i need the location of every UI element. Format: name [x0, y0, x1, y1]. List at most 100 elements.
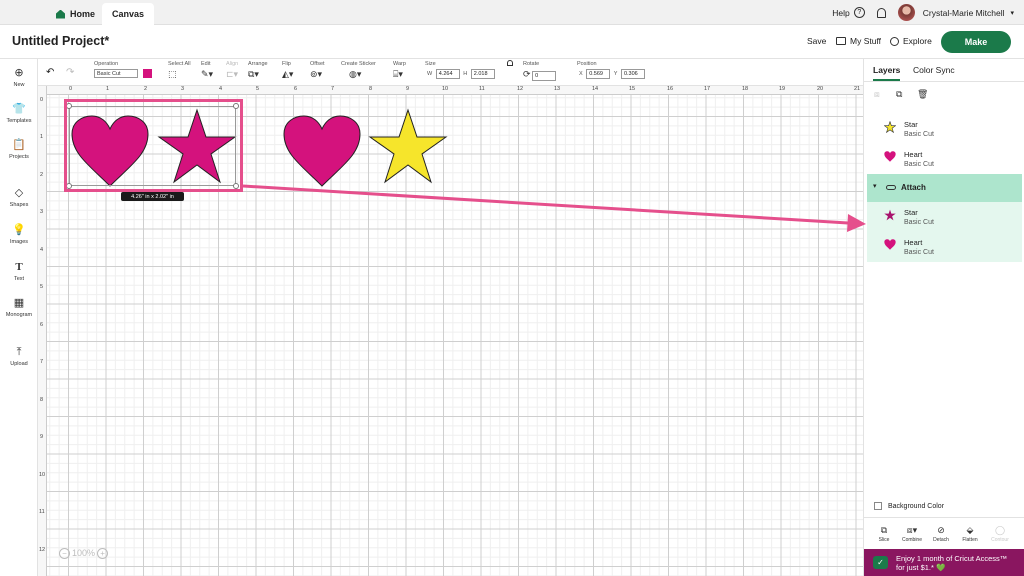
y-field[interactable]: 0.306	[620, 69, 645, 79]
sidebar-item-new[interactable]: ⊕ New	[0, 67, 38, 88]
undo-icon[interactable]: ↶	[46, 67, 54, 78]
ruler-tick-label: 0	[69, 86, 73, 92]
left-sidebar: ⊕ New 👕 Templates 📋 Projects ◇ Shapes 💡 …	[0, 59, 38, 576]
arrange-icon: ⧉▾	[248, 69, 259, 79]
create-sticker-label: Create Sticker	[341, 61, 376, 67]
zoom-out-button[interactable]: −	[59, 547, 70, 559]
avatar[interactable]	[897, 4, 915, 21]
rotate-group: Rotate ⟳ 0	[523, 61, 557, 81]
x-field[interactable]: 0.569	[586, 69, 611, 79]
edit-group[interactable]: Edit ✎▾	[201, 61, 213, 79]
annotation-highlight-box	[64, 99, 243, 192]
my-stuff-button[interactable]: My Stuff	[836, 36, 881, 46]
select-all-label: Select All	[168, 61, 191, 67]
layer-name: Star	[904, 120, 918, 129]
combine-button[interactable]: ⧈▾ Combine	[898, 525, 926, 543]
folder-icon	[836, 37, 846, 45]
create-sticker-group[interactable]: Create Sticker ◍▾	[341, 61, 376, 79]
chevron-down-icon[interactable]: ▾	[1010, 9, 1014, 17]
sidebar-item-upload[interactable]: ⤒ Upload	[0, 346, 38, 367]
ruler-tick-label: 21	[854, 86, 861, 92]
sidebar-item-monogram[interactable]: ▦ Monogram	[0, 297, 38, 318]
canvas-star[interactable]	[368, 108, 448, 184]
group-icon[interactable]: ⧈	[874, 89, 880, 100]
contour-button[interactable]: ◯ Contour	[986, 525, 1014, 543]
save-label: Save	[807, 36, 827, 46]
warp-group[interactable]: Warp ⌸▾	[393, 61, 406, 79]
zoom-in-button[interactable]: +	[97, 547, 109, 559]
sidebar-item-label: New	[13, 82, 25, 88]
project-title[interactable]: Untitled Project*	[12, 34, 109, 48]
star-icon	[884, 209, 896, 221]
rotate-icon: ⟳	[523, 69, 531, 79]
layer-group-attach[interactable]: ▾ Attach	[867, 174, 1022, 202]
help-icon[interactable]: ?	[853, 7, 865, 18]
explore-button[interactable]: Explore	[890, 36, 932, 46]
sidebar-item-label: Images	[9, 239, 29, 245]
redo-icon[interactable]: ↷	[66, 67, 74, 78]
sidebar-item-templates[interactable]: 👕 Templates	[0, 103, 38, 124]
trash-icon[interactable]: 🗑	[917, 89, 928, 100]
layer-item[interactable]: Star Basic Cut	[867, 202, 1022, 232]
size-label: Size	[425, 61, 436, 67]
layer-item[interactable]: Heart Basic Cut	[867, 144, 1022, 174]
user-name[interactable]: Crystal-Marie Mitchell	[923, 8, 1005, 18]
align-group[interactable]: Align ⊏▾	[226, 61, 238, 79]
duplicate-icon[interactable]: ⧉	[896, 89, 902, 100]
contour-icon: ◯	[994, 525, 1006, 535]
lock-icon[interactable]	[507, 60, 513, 66]
select-all-group[interactable]: Select All ⬚	[168, 61, 191, 79]
offset-group[interactable]: Offset ⊚▾	[310, 61, 325, 79]
background-color-toggle[interactable]: Background Color	[874, 502, 944, 510]
ruler-tick-label: 10	[442, 86, 449, 92]
ruler-tick-label: 6	[40, 322, 44, 328]
zoom-control: − 100% +	[57, 546, 110, 560]
ruler-tick-label: 11	[39, 509, 45, 515]
flatten-button[interactable]: ⬙ Flatten	[956, 525, 984, 543]
explore-label: Explore	[903, 36, 932, 46]
promo-banner[interactable]: ✓ Enjoy 1 month of Cricut Access™ for ju…	[864, 549, 1024, 576]
slice-button[interactable]: ⧉ Slice	[870, 525, 898, 543]
sidebar-item-text[interactable]: T Text	[0, 261, 38, 282]
ruler-tick-label: 7	[40, 359, 44, 365]
select-all-icon: ⬚	[168, 69, 177, 79]
my-stuff-label: My Stuff	[850, 36, 882, 46]
ruler-tick-label: 18	[742, 86, 749, 92]
tab-layers[interactable]: Layers	[873, 65, 901, 81]
layer-item[interactable]: Star Basic Cut	[867, 114, 1022, 144]
ruler-tick-label: 19	[779, 86, 786, 92]
flip-group[interactable]: Flip ◭▾	[282, 61, 293, 79]
help-link[interactable]: Help	[832, 8, 849, 18]
ruler-tick-label: 17	[704, 86, 711, 92]
sidebar-item-projects[interactable]: 📋 Projects	[0, 139, 38, 160]
project-header: Untitled Project* Save My Stuff Explore …	[0, 25, 1024, 59]
position-group: Position X 0.569 Y 0.306	[577, 61, 645, 79]
operation-select[interactable]: Basic Cut	[94, 69, 138, 78]
arrange-label: Arrange	[248, 61, 268, 67]
ruler-tick-label: 12	[39, 547, 46, 553]
bell-icon[interactable]	[876, 7, 886, 18]
star-icon	[884, 121, 896, 133]
layer-item[interactable]: Heart Basic Cut	[867, 232, 1022, 262]
tab-color-sync[interactable]: Color Sync	[913, 65, 955, 81]
height-field[interactable]: 2.018	[470, 69, 495, 79]
rotate-field[interactable]: 0	[532, 70, 557, 81]
save-button[interactable]: Save	[807, 36, 826, 46]
sidebar-item-images[interactable]: 💡 Images	[0, 224, 38, 245]
tab-home[interactable]: Home	[56, 3, 95, 25]
layer-operation: Basic Cut	[904, 131, 934, 138]
chevron-down-icon[interactable]: ▾	[873, 182, 877, 190]
make-button[interactable]: Make	[941, 31, 1011, 53]
detach-button[interactable]: ⊘ Detach	[927, 525, 955, 543]
background-color-checkbox[interactable]	[874, 502, 882, 510]
arrange-group[interactable]: Arrange ⧉▾	[248, 61, 268, 79]
sidebar-item-shapes[interactable]: ◇ Shapes	[0, 187, 38, 208]
layer-operation: Basic Cut	[904, 219, 934, 226]
operation-color-swatch[interactable]	[142, 69, 152, 78]
canvas-heart[interactable]	[282, 114, 362, 188]
flip-icon: ◭▾	[282, 69, 294, 79]
tab-canvas[interactable]: Canvas	[102, 3, 154, 25]
heart-icon	[884, 151, 896, 162]
offset-label: Offset	[310, 61, 325, 67]
width-field[interactable]: 4.264	[435, 69, 460, 79]
